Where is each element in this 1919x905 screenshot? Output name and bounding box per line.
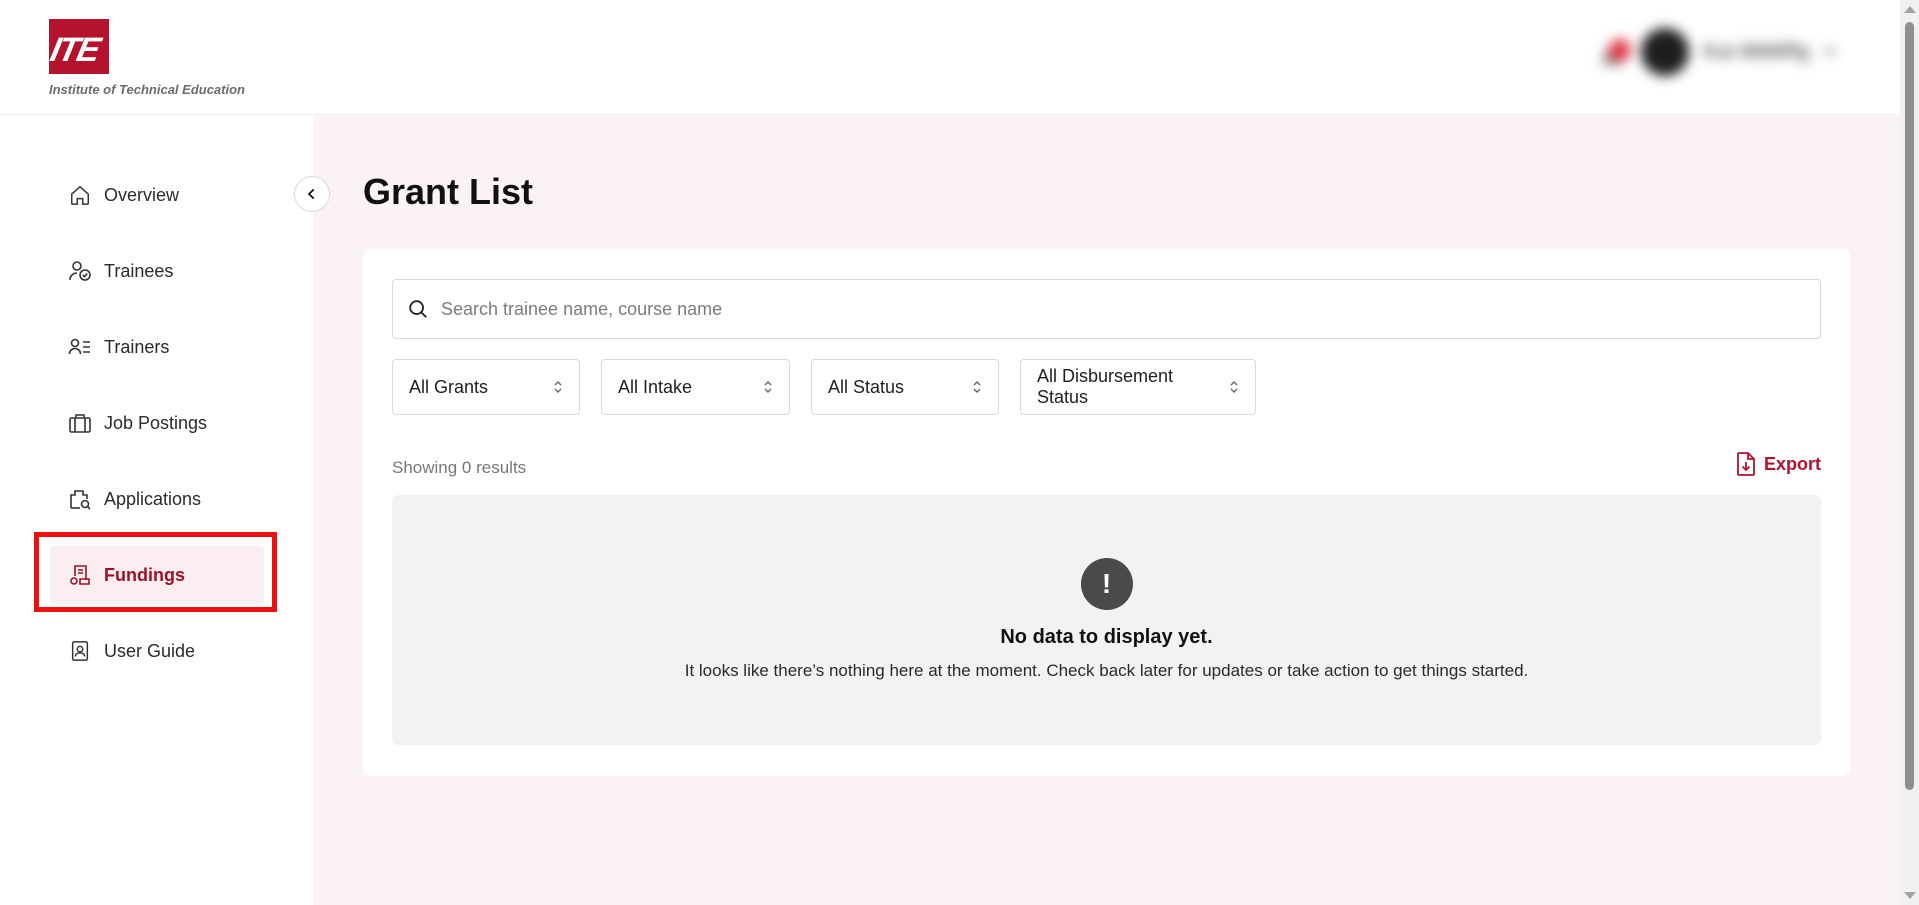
user-name[interactable]: Kai 8888ffg xyxy=(1703,41,1810,64)
sidebar-item-job-postings[interactable]: Job Postings xyxy=(50,394,264,452)
avatar[interactable] xyxy=(1641,28,1690,76)
chevron-down-icon[interactable] xyxy=(1824,48,1836,56)
sidebar-item-label: Overview xyxy=(104,184,180,205)
top-header: ITE Institute of Technical Education Kai… xyxy=(0,0,1900,115)
sidebar-item-label: Trainers xyxy=(104,336,170,357)
export-button[interactable]: Export xyxy=(1736,452,1821,476)
sort-arrows-icon xyxy=(553,380,563,394)
empty-state-title: No data to display yet. xyxy=(1000,626,1213,648)
sidebar-item-label: Fundings xyxy=(104,564,185,585)
scrollbar-thumb[interactable] xyxy=(1905,22,1914,790)
search-input[interactable] xyxy=(441,280,1820,338)
sidebar-item-trainers[interactable]: Trainers xyxy=(50,318,264,376)
home-icon xyxy=(68,183,92,207)
sidebar-item-overview[interactable]: Overview xyxy=(50,166,264,224)
sidebar-item-label: User Guide xyxy=(104,640,196,661)
sidebar-item-trainees[interactable]: Trainees xyxy=(50,242,264,300)
page-title: Grant List xyxy=(363,171,534,212)
alert-icon: ! xyxy=(1080,558,1133,610)
disbursement-status-filter-select[interactable]: All Disbursement Status xyxy=(1020,359,1256,415)
export-label: Export xyxy=(1763,453,1821,474)
scroll-up-arrow-icon[interactable] xyxy=(1904,6,1916,13)
applications-icon xyxy=(68,487,92,511)
notification-bell-icon[interactable] xyxy=(1601,37,1632,67)
collapse-sidebar-button[interactable] xyxy=(294,176,330,212)
grants-filter-value: All Grants xyxy=(409,376,489,397)
sidebar: Overview Trainees Trainers Job Postings … xyxy=(0,116,313,905)
user-guide-icon xyxy=(68,639,92,663)
grant-list-card: All Grants All Intake All Status All Dis… xyxy=(363,249,1850,776)
sort-arrows-icon xyxy=(763,380,773,394)
sidebar-item-applications[interactable]: Applications xyxy=(50,470,264,528)
sidebar-item-fundings[interactable]: Fundings xyxy=(50,546,264,604)
status-filter-value: All Status xyxy=(828,376,905,397)
sidebar-item-label: Applications xyxy=(104,488,202,509)
sort-arrows-icon xyxy=(972,380,982,394)
results-count: Showing 0 results xyxy=(392,458,527,477)
main-content: Grant List All Grants All Intake All Sta… xyxy=(313,116,1900,905)
status-filter-select[interactable]: All Status xyxy=(811,359,999,415)
empty-state-description: It looks like there’s nothing here at th… xyxy=(684,661,1529,680)
trainers-icon xyxy=(68,335,92,359)
logo-text: Institute of Technical Education xyxy=(49,82,245,97)
search-icon xyxy=(409,300,427,318)
logo-letters: ITE xyxy=(49,31,103,69)
page-scrollbar[interactable] xyxy=(1900,0,1919,905)
ite-logo-mark: ITE xyxy=(49,19,109,74)
fundings-icon xyxy=(68,563,92,587)
intake-filter-value: All Intake xyxy=(618,376,693,397)
notification-badge xyxy=(1609,39,1632,61)
briefcase-icon xyxy=(68,411,92,435)
scroll-down-arrow-icon[interactable] xyxy=(1904,892,1916,899)
grants-filter-select[interactable]: All Grants xyxy=(392,359,580,415)
sort-arrows-icon xyxy=(1229,380,1239,394)
sidebar-item-user-guide[interactable]: User Guide xyxy=(50,622,264,680)
chevron-left-icon xyxy=(307,188,315,200)
intake-filter-select[interactable]: All Intake xyxy=(601,359,790,415)
empty-state: ! No data to display yet. It looks like … xyxy=(392,495,1821,745)
disbursement-filter-value: All Disbursement Status xyxy=(1037,366,1174,407)
filter-row: All Grants All Intake All Status All Dis… xyxy=(392,359,1256,415)
search-bar[interactable] xyxy=(392,279,1821,339)
sidebar-item-label: Job Postings xyxy=(104,412,208,433)
trainee-icon xyxy=(68,259,92,283)
sidebar-item-label: Trainees xyxy=(104,260,174,281)
ite-logo[interactable]: ITE Institute of Technical Education xyxy=(49,19,245,97)
export-file-icon xyxy=(1737,452,1755,476)
user-area: Kai 8888ffg xyxy=(1601,28,1836,76)
